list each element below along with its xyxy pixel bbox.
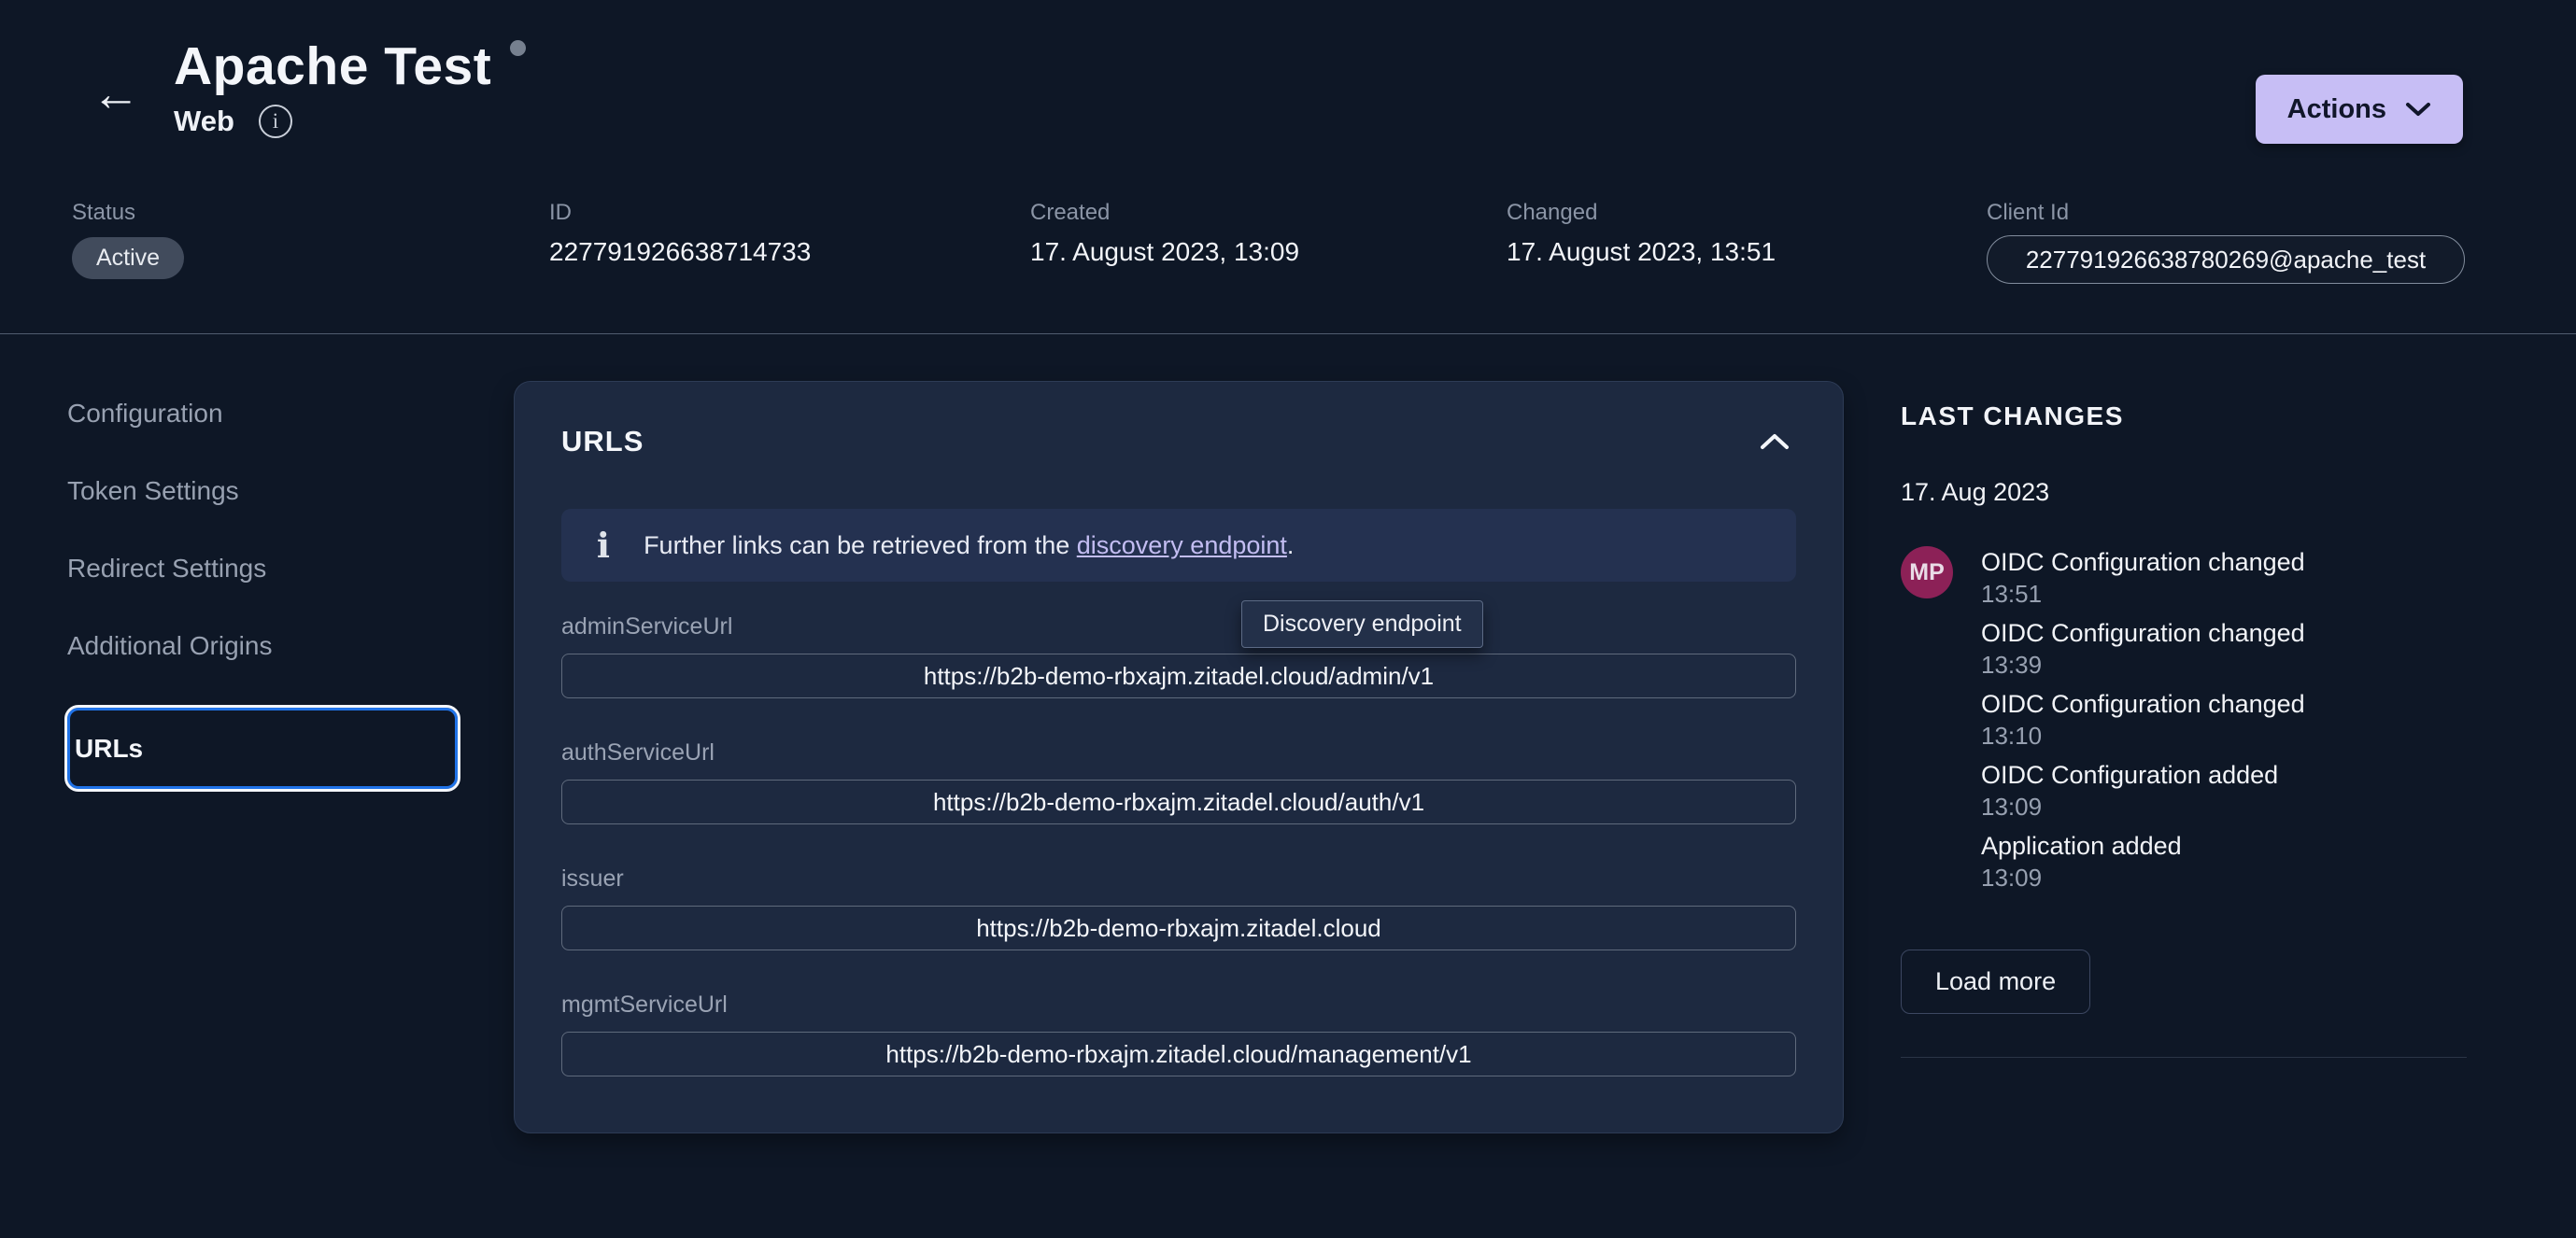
change-entry-title[interactable]: OIDC Configuration added (1981, 759, 2278, 791)
meta-id: ID 227791926638714733 (549, 200, 811, 267)
meta-changed: Changed 17. August 2023, 13:51 (1507, 200, 1776, 267)
field-label-auth-service-url: authServiceUrl (561, 739, 715, 766)
change-entry: OIDC Configuration changed 13:10 (1901, 688, 2467, 752)
sidebar-item-redirect-settings[interactable]: Redirect Settings (67, 553, 460, 584)
auth-service-url-field[interactable]: https://b2b-demo-rbxajm.zitadel.cloud/au… (561, 780, 1796, 824)
id-label: ID (549, 200, 572, 225)
discovery-endpoint-link[interactable]: discovery endpoint (1077, 531, 1287, 559)
discovery-endpoint-tooltip: Discovery endpoint (1241, 600, 1483, 648)
avatar-spacer (1901, 830, 1953, 893)
sidebar-item-additional-origins[interactable]: Additional Origins (67, 630, 460, 661)
field-label-admin-service-url: adminServiceUrl (561, 613, 733, 640)
client-id-label: Client Id (1987, 200, 2070, 225)
info-icon: ℹ (597, 525, 611, 566)
sidebar-item-configuration[interactable]: Configuration (67, 398, 460, 429)
actions-button-label: Actions (2286, 93, 2386, 124)
app-type-label: Web (174, 105, 234, 137)
meta-client-id: Client Id 227791926638780269@apache_test (1987, 200, 2465, 284)
created-label: Created (1030, 200, 1111, 225)
admin-service-url-field[interactable]: https://b2b-demo-rbxajm.zitadel.cloud/ad… (561, 654, 1796, 698)
changed-value: 17. August 2023, 13:51 (1507, 237, 1776, 266)
info-banner-text: Further links can be retrieved from the … (644, 530, 1295, 559)
changes-timeline: MP OIDC Configuration changed 13:51 OIDC… (1901, 546, 2467, 893)
changes-divider (1901, 1057, 2467, 1058)
sidebar-item-token-settings[interactable]: Token Settings (67, 475, 460, 506)
header-divider (0, 333, 2576, 334)
change-entry: Application added 13:09 (1901, 830, 2467, 893)
client-id-value[interactable]: 227791926638780269@apache_test (1987, 235, 2465, 284)
changes-date: 17. Aug 2023 (1901, 478, 2050, 506)
collapse-panel-button[interactable] (1753, 427, 1796, 457)
mgmt-service-url-field[interactable]: https://b2b-demo-rbxajm.zitadel.cloud/ma… (561, 1032, 1796, 1076)
page-title: Apache Test (174, 36, 492, 96)
changed-label: Changed (1507, 200, 1598, 225)
urls-panel: URLS ℹ Further links can be retrieved fr… (514, 381, 1844, 1133)
avatar-spacer (1901, 688, 1953, 752)
app-detail-page: ← Apache Test Web i Actions Status Activ… (0, 0, 2576, 1238)
change-entry-time: 13:10 (1981, 722, 2043, 750)
change-entry-time: 13:51 (1981, 580, 2043, 608)
avatar: MP (1901, 546, 1953, 598)
change-entry: MP OIDC Configuration changed 13:51 (1901, 546, 2467, 610)
info-icon[interactable]: i (258, 105, 292, 138)
change-entry-time: 13:09 (1981, 793, 2043, 821)
chevron-up-icon (1761, 434, 1789, 449)
last-changes-panel: LAST CHANGES 17. Aug 2023 MP OIDC Config… (1901, 401, 2467, 1058)
avatar-spacer (1901, 617, 1953, 681)
urls-panel-title: URLS (561, 425, 644, 457)
header: Apache Test Web i (174, 35, 527, 138)
created-value: 17. August 2023, 13:09 (1030, 237, 1300, 266)
section-nav: Configuration Token Settings Redirect Se… (64, 398, 460, 792)
change-entry-time: 13:09 (1981, 864, 2043, 892)
load-more-button[interactable]: Load more (1901, 950, 2091, 1014)
change-entry-title[interactable]: OIDC Configuration changed (1981, 688, 2305, 720)
change-entry-title[interactable]: OIDC Configuration changed (1981, 617, 2305, 649)
status-badge: Active (72, 237, 185, 279)
meta-created: Created 17. August 2023, 13:09 (1030, 200, 1299, 267)
change-entry-time: 13:39 (1981, 651, 2043, 679)
info-banner: ℹ Further links can be retrieved from th… (561, 509, 1796, 582)
status-label: Status (72, 200, 136, 225)
last-changes-title: LAST CHANGES (1901, 401, 2124, 430)
sidebar-item-urls[interactable]: URLs (64, 705, 460, 792)
change-entry-title[interactable]: Application added (1981, 830, 2182, 862)
field-label-mgmt-service-url: mgmtServiceUrl (561, 992, 728, 1018)
actions-button[interactable]: Actions (2255, 75, 2463, 144)
id-value: 227791926638714733 (549, 237, 812, 266)
status-dot-icon (510, 40, 527, 56)
change-entry-title[interactable]: OIDC Configuration changed (1981, 546, 2305, 578)
chevron-down-icon (2406, 103, 2430, 116)
issuer-field[interactable]: https://b2b-demo-rbxajm.zitadel.cloud (561, 906, 1796, 950)
back-button[interactable]: ← (86, 69, 146, 120)
meta-status: Status Active (72, 200, 185, 279)
avatar-spacer (1901, 759, 1953, 823)
change-entry: OIDC Configuration changed 13:39 (1901, 617, 2467, 681)
field-label-issuer: issuer (561, 865, 624, 892)
change-entry: OIDC Configuration added 13:09 (1901, 759, 2467, 823)
